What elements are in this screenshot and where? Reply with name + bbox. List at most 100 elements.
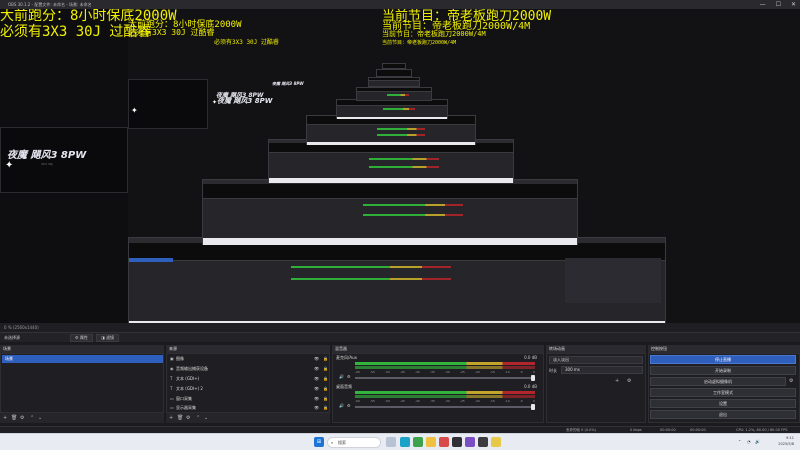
edge-icon[interactable]	[400, 437, 410, 447]
wifi-icon[interactable]: ◔	[747, 439, 751, 444]
text-icon: T	[170, 386, 173, 391]
eye-icon[interactable]: 👁	[314, 395, 319, 403]
eye-icon[interactable]: 👁	[314, 375, 319, 383]
source-up-button[interactable]: ⌃	[196, 415, 200, 421]
eye-icon[interactable]: 👁	[314, 385, 319, 393]
exit-button[interactable]: 退出	[650, 410, 796, 419]
window-title: OBS 30.1.2 - 配置文件: 未命名 - 场景: 未命名	[8, 2, 92, 7]
source-toolbar: 未选择源 ⚙ 属性 ◨ 滤镜	[0, 332, 800, 342]
window-icon: ▭	[170, 396, 174, 401]
preview-canvas[interactable]: 夜魔 飓风3 8PW ✦ 3X3 30J 夜魔 飓风3 8PW ✦ 夜魔 飓风3…	[0, 9, 800, 323]
stop-streaming-button[interactable]: 停止直播	[650, 355, 796, 364]
search-placeholder: 搜索	[338, 440, 346, 445]
source-row[interactable]: T 文本 (GDI+) 2 👁 🔒	[167, 385, 331, 393]
eye-icon[interactable]: 👁	[314, 404, 319, 412]
obs-app-icon[interactable]	[478, 437, 488, 447]
minimize-button[interactable]: —	[760, 0, 766, 9]
sparkle-icon-3: ✦	[212, 99, 218, 106]
start-recording-button[interactable]: 开始录制	[650, 366, 796, 375]
volume-meter	[355, 366, 535, 369]
speaker-icon[interactable]: 🔊	[339, 374, 344, 379]
sources-list: ▣ 图像 👁 🔒 ◉ 音频输出捕获设备 👁 🔒 T 文本 (GDI+) 👁 🔒 …	[166, 353, 330, 413]
lock-icon[interactable]: 🔒	[323, 395, 328, 403]
speaker-icon[interactable]: 🔊	[339, 403, 344, 408]
maximize-button[interactable]: ☐	[776, 0, 781, 9]
start-virtual-camera-button[interactable]: 启动虚拟摄像机	[650, 377, 786, 386]
eye-icon[interactable]: 👁	[314, 355, 319, 363]
volume-slider-knob[interactable]	[531, 375, 535, 381]
channel-name: 桌面音频	[336, 384, 352, 389]
source-row[interactable]: T 文本 (GDI+) 👁 🔒	[167, 375, 331, 383]
channel-db: 0.0 dB	[524, 355, 537, 360]
tray-chevron-icon[interactable]: ⌃	[738, 439, 741, 444]
source-row[interactable]: ▭ 窗口采集 👁 🔒	[167, 395, 331, 403]
no-source-selected-label: 未选择源	[4, 335, 20, 340]
explorer-icon[interactable]	[426, 437, 436, 447]
overlay-right-small-2: 当前节目：帝老板跑刀2000W/4M	[382, 40, 457, 46]
meter-ticks: -60 -55 -50 -45 -40 -35 -30 -25 -20 -15 -10 -5 0	[355, 399, 535, 403]
windows-taskbar: ⊞ ⌕ 搜索 ⌃ ◔ 🔊 9:11 2025/5/8	[0, 433, 800, 450]
chrome-icon[interactable]	[413, 437, 423, 447]
gear-icon[interactable]: ⚙	[347, 403, 351, 408]
scenes-dock-title: 场景	[0, 345, 164, 353]
text-icon: T	[170, 376, 173, 381]
nested-obs-window-4	[306, 115, 476, 145]
remove-scene-button[interactable]: 🗑	[11, 415, 17, 421]
volume-slider[interactable]	[355, 377, 535, 379]
app-icon-dark[interactable]	[452, 437, 462, 447]
app-icon-red[interactable]	[439, 437, 449, 447]
lock-icon[interactable]: 🔒	[323, 385, 328, 393]
gear-icon[interactable]: ⚙	[347, 374, 351, 379]
source-name: 显示器采集	[176, 405, 196, 410]
source-config-button[interactable]: ⚙	[186, 415, 190, 421]
audio-mixer: 麦克风/Aux 0.0 dB -60 -55 -50 -45 -40 -35 -30 -25-…	[332, 353, 544, 423]
app-icon-purple[interactable]	[465, 437, 475, 447]
eye-icon[interactable]: 👁	[314, 365, 319, 373]
clock-date: 2025/5/8	[778, 442, 794, 446]
channel-name: 麦克风/Aux	[336, 355, 357, 360]
source-row[interactable]: ▭ 显示器采集 👁 🔒	[167, 404, 331, 412]
source-down-button[interactable]: ⌄	[204, 415, 208, 421]
clock[interactable]: 9:11 2025/5/8	[778, 435, 794, 447]
settings-button[interactable]: 设置	[650, 399, 796, 408]
add-scene-button[interactable]: +	[3, 415, 7, 421]
mixer-channel-desktop: 桌面音频 0.0 dB -60 -55 -50 -45 -40 -35 -30 -25 -20-…	[333, 384, 543, 412]
lock-icon[interactable]: 🔒	[323, 404, 328, 412]
transition-type-select[interactable]: 淡入淡出	[549, 356, 643, 364]
source-row[interactable]: ▣ 图像 👁 🔒	[167, 355, 331, 363]
transition-gear-icon[interactable]: ⚙	[627, 378, 631, 384]
volume-slider-knob[interactable]	[531, 404, 535, 410]
start-button[interactable]: ⊞	[314, 437, 324, 447]
add-transition-button[interactable]: +	[615, 378, 619, 384]
logo-subtext: 3X3 30J	[41, 162, 53, 166]
scene-up-button[interactable]: ⌃	[30, 415, 34, 421]
volume-meter	[355, 362, 535, 365]
close-button[interactable]: ✕	[791, 0, 796, 9]
screen: OBS 30.1.2 - 配置文件: 未命名 - 场景: 未命名 — ☐ ✕ 夜…	[0, 0, 800, 450]
remove-source-button[interactable]: 🗑	[177, 415, 183, 421]
lock-icon[interactable]: 🔒	[323, 375, 328, 383]
sources-footer: + 🗑 ⚙ ⌃ ⌄	[166, 413, 330, 423]
volume-meter	[355, 391, 535, 394]
properties-button[interactable]: ⚙ 属性	[70, 334, 93, 342]
task-view-icon[interactable]	[386, 437, 396, 447]
studio-mode-button[interactable]: 工作室模式	[650, 388, 796, 397]
taskbar-search[interactable]: ⌕ 搜索	[327, 437, 381, 448]
volume-slider[interactable]	[355, 406, 535, 408]
preview-status-line: 0 % (2560x1440)	[0, 323, 800, 332]
scene-down-button[interactable]: ⌄	[38, 415, 42, 421]
app-icon-yellow[interactable]	[491, 437, 501, 447]
add-source-button[interactable]: +	[169, 415, 173, 421]
mixer-dock-title: 混音器	[332, 345, 544, 353]
source-name: 窗口采集	[176, 396, 192, 401]
lock-icon[interactable]: 🔒	[323, 355, 328, 363]
source-row[interactable]: ◉ 音频输出捕获设备 👁 🔒	[167, 365, 331, 373]
scene-config-button[interactable]: ⚙	[20, 415, 24, 421]
lock-icon[interactable]: 🔒	[323, 365, 328, 373]
virtual-camera-gear-icon[interactable]: ⚙	[789, 378, 793, 384]
search-icon: ⌕	[331, 440, 334, 445]
scene-item[interactable]: 场景	[2, 355, 163, 363]
duration-input[interactable]: 300 ms	[561, 366, 643, 374]
filters-button[interactable]: ◨ 滤镜	[96, 334, 120, 342]
volume-icon[interactable]: 🔊	[755, 439, 760, 444]
